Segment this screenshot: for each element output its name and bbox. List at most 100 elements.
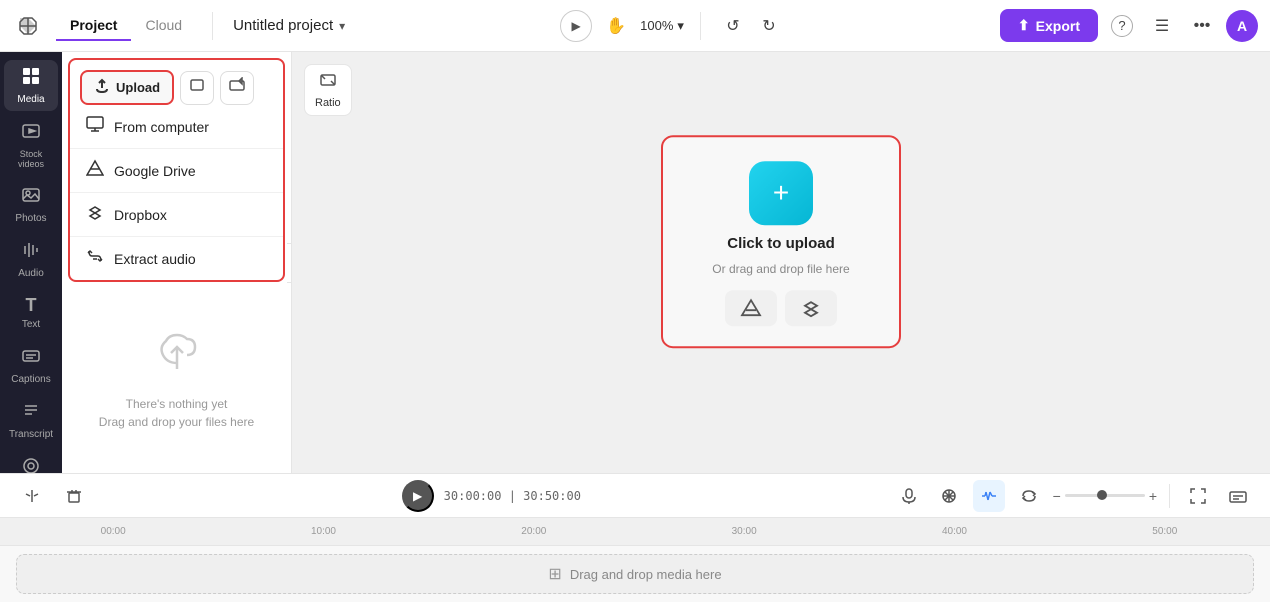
tab-cloud[interactable]: Cloud [131, 11, 196, 41]
zoom-in-icon: + [1149, 488, 1157, 504]
drop-media-label: Drag and drop media here [570, 567, 722, 582]
fullscreen-button[interactable] [1182, 480, 1214, 512]
export-label: Export [1036, 18, 1080, 34]
sidebar-label-text: Text [22, 319, 40, 330]
dropbox-item[interactable]: Dropbox [70, 193, 283, 237]
caption-display-button[interactable] [1222, 480, 1254, 512]
upload-zone[interactable]: + Click to upload Or drag and drop file … [661, 135, 901, 348]
ruler-marks: 00:00 10:00 20:00 30:00 40:00 50:00 [8, 526, 1270, 537]
delete-button[interactable] [58, 480, 90, 512]
timeline-area: 00:00 10:00 20:00 30:00 40:00 50:00 ⊞ Dr… [0, 517, 1270, 602]
sidebar-label-transcript: Transcript [9, 429, 53, 440]
sidebar-item-audio[interactable]: Audio [4, 234, 58, 285]
ruler-mark-5: 50:00 [1060, 526, 1270, 537]
timeline-play-icon: ▶ [413, 489, 422, 503]
hand-icon: ✋ [606, 16, 626, 36]
google-drive-item[interactable]: Google Drive [70, 149, 283, 193]
sidebar-item-photos[interactable]: Photos [4, 179, 58, 230]
sidebar-label-stock: Stockvideos [18, 149, 44, 169]
more-icon: ••• [1194, 17, 1211, 35]
timeline-ruler: 00:00 10:00 20:00 30:00 40:00 50:00 [0, 518, 1270, 546]
google-drive-label: Google Drive [114, 163, 196, 179]
timeline-track: ⊞ Drag and drop media here [0, 546, 1270, 602]
google-drive-upload-btn[interactable] [725, 290, 777, 326]
dropbox-label: Dropbox [114, 207, 167, 223]
main-area: Media Stockvideos Photos [0, 52, 1270, 473]
sidebar-item-stock[interactable]: Stockvideos [4, 115, 58, 175]
dropbox-upload-btn[interactable] [785, 290, 837, 326]
export-button[interactable]: ⬆ Export [1000, 9, 1098, 42]
photos-icon [21, 185, 41, 210]
sidebar-item-captions[interactable]: Captions [4, 340, 58, 391]
app-logo[interactable] [12, 10, 44, 42]
play-button[interactable]: ▶ [560, 10, 592, 42]
drop-media-zone[interactable]: ⊞ Drag and drop media here [16, 554, 1254, 594]
divider [1169, 484, 1170, 508]
sidebar-label-media: Media [17, 94, 44, 105]
divider-2 [700, 12, 701, 40]
canvas-area: Ratio + Click to upload Or drag and drop… [292, 52, 1270, 473]
undo-button[interactable]: ↺ [717, 10, 749, 42]
sidebar-label-captions: Captions [11, 374, 50, 385]
ratio-button[interactable]: Ratio [304, 64, 352, 116]
grid-icon: ⊞ [548, 564, 561, 584]
divider-1 [212, 12, 213, 40]
tablet-view-button[interactable] [180, 71, 214, 105]
help-button[interactable]: ? [1106, 10, 1138, 42]
zoom-out-icon: − [1053, 488, 1061, 504]
empty-state: There's nothing yet Drag and drop your f… [62, 282, 291, 473]
from-computer-label: From computer [114, 119, 209, 135]
zoom-track [1065, 494, 1145, 497]
topbar-right-controls: ⬆ Export ? ☰ ••• A [1000, 9, 1258, 42]
dropbox-icon [86, 203, 104, 226]
upload-arrow-icon [94, 78, 110, 97]
ruler-mark-0: 00:00 [8, 526, 218, 537]
audio-icon [21, 240, 41, 265]
zoom-area: 100% ▾ [640, 18, 684, 34]
project-name-area[interactable]: Untitled project ▾ [233, 17, 345, 34]
from-computer-item[interactable]: From computer [70, 105, 283, 149]
effects-button[interactable] [933, 480, 965, 512]
beat-button[interactable] [973, 480, 1005, 512]
redo-button[interactable]: ↻ [753, 10, 785, 42]
play-icon: ▶ [572, 19, 581, 33]
upload-toolbar: Upload [68, 58, 285, 105]
upload-plus-button[interactable]: + [749, 161, 813, 225]
sidebar-item-text[interactable]: T Text [4, 289, 58, 336]
split-button[interactable] [16, 480, 48, 512]
loop-button[interactable] [1013, 480, 1045, 512]
zoom-slider[interactable]: − + [1053, 488, 1157, 504]
hand-tool-button[interactable]: ✋ [600, 10, 632, 42]
camera-icon [229, 77, 245, 98]
bottom-right-controls: − + [893, 480, 1254, 512]
timeline-play-button[interactable]: ▶ [402, 480, 434, 512]
help-icon: ? [1111, 15, 1133, 37]
extract-audio-item[interactable]: Extract audio [70, 237, 283, 280]
mic-button[interactable] [893, 480, 925, 512]
layout-icon: ☰ [1155, 16, 1169, 36]
camera-view-button[interactable] [220, 71, 254, 105]
project-cloud-tabs: Project Cloud [56, 11, 196, 41]
extract-audio-icon [86, 247, 104, 270]
avatar[interactable]: A [1226, 10, 1258, 42]
zoom-level: 100% [640, 18, 673, 33]
captions-icon [21, 346, 41, 371]
ratio-icon [319, 71, 337, 94]
google-drive-icon [86, 159, 104, 182]
project-name: Untitled project [233, 17, 333, 34]
more-button[interactable]: ••• [1186, 10, 1218, 42]
upload-zone-title: Click to upload [727, 235, 835, 252]
computer-icon [86, 115, 104, 138]
empty-upload-icon [151, 325, 203, 387]
upload-button[interactable]: Upload [80, 70, 174, 105]
time-display: 30:00:00 | 30:50:00 [444, 489, 581, 503]
sidebar-item-transcript[interactable]: Transcript [4, 395, 58, 446]
sidebar-item-stickers[interactable]: Stickers [4, 450, 58, 473]
layout-button[interactable]: ☰ [1146, 10, 1178, 42]
tab-project[interactable]: Project [56, 11, 131, 41]
sidebar-item-media[interactable]: Media [4, 60, 58, 111]
zoom-thumb [1097, 490, 1107, 500]
extract-audio-label: Extract audio [114, 251, 196, 267]
ruler-mark-1: 10:00 [218, 526, 428, 537]
sidebar-label-audio: Audio [18, 268, 44, 279]
